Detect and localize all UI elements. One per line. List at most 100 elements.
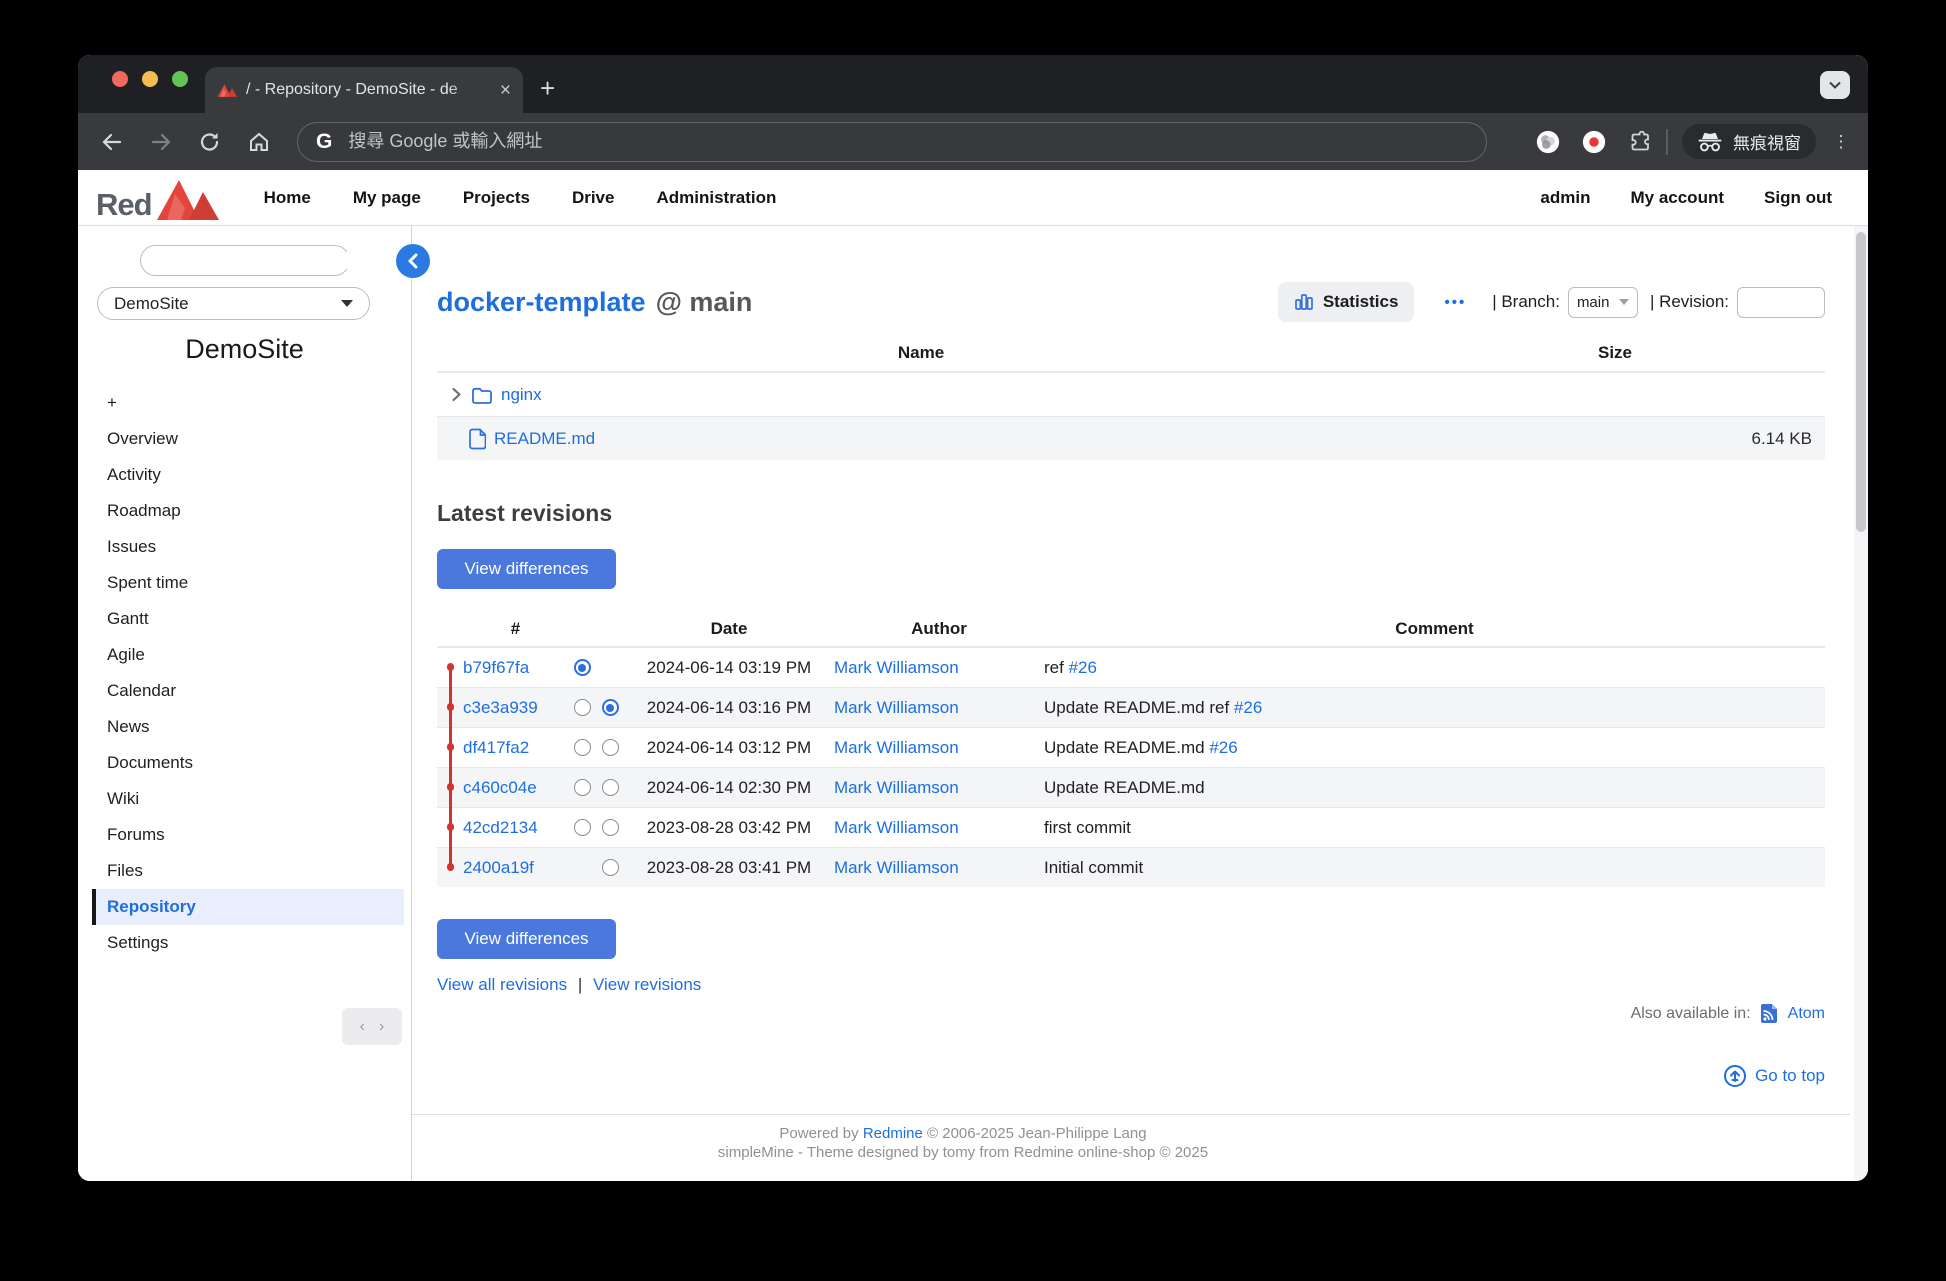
sidebar-collapse-button[interactable] [396, 244, 430, 278]
sidebar-item-wiki[interactable]: Wiki [78, 781, 411, 817]
sidebar-search[interactable] [140, 245, 360, 276]
rev-from-radio[interactable] [573, 819, 591, 836]
scrollbar-track[interactable] [1854, 226, 1868, 1181]
folder-link[interactable]: nginx [501, 385, 542, 405]
chevron-down-icon [1618, 299, 1629, 305]
rev-from-radio[interactable] [573, 699, 591, 716]
sidebar-item-spent-time[interactable]: Spent time [78, 565, 411, 601]
revision-link[interactable]: b79f67fa [463, 658, 529, 677]
repository-title-link[interactable]: docker-template [437, 287, 646, 318]
extensions-button[interactable] [1628, 130, 1652, 154]
rev-from-radio[interactable] [573, 779, 591, 796]
view-differences-button-bottom[interactable]: View differences [437, 919, 616, 959]
url-bar[interactable]: G [297, 121, 1487, 162]
issue-link[interactable]: #26 [1234, 698, 1262, 717]
sidebar-item-agile[interactable]: Agile [78, 637, 411, 673]
branch-select[interactable]: main [1567, 286, 1638, 318]
new-tab-button[interactable]: + [540, 75, 555, 101]
author-link[interactable]: Mark Williamson [834, 818, 959, 837]
view-differences-button-top[interactable]: View differences [437, 549, 616, 589]
author-link[interactable]: Mark Williamson [834, 698, 959, 717]
sidebar-item-activity[interactable]: Activity [78, 457, 411, 493]
more-options-button[interactable]: ••• [1444, 294, 1466, 311]
scrollbar-thumb[interactable] [1856, 232, 1866, 532]
sidebar-item-files[interactable]: Files [78, 853, 411, 889]
google-logo: G [316, 129, 333, 153]
rev-from-radio[interactable] [573, 739, 591, 756]
nav-drive[interactable]: Drive [572, 188, 615, 208]
record-dot-icon [1582, 130, 1606, 153]
revision-link[interactable]: 2400a19f [463, 858, 534, 877]
nav-projects[interactable]: Projects [463, 188, 530, 208]
sidebar-item-new[interactable]: + [78, 385, 411, 421]
author-link[interactable]: Mark Williamson [834, 658, 959, 677]
revision-link[interactable]: c460c04e [463, 778, 537, 797]
sidebar-item-roadmap[interactable]: Roadmap [78, 493, 411, 529]
nav-my-page[interactable]: My page [353, 188, 421, 208]
pager-prev-icon[interactable]: ‹ [360, 1018, 365, 1036]
nav-sign-out[interactable]: Sign out [1764, 188, 1832, 208]
circles-cluster-icon [1536, 130, 1560, 153]
nav-home[interactable]: Home [264, 188, 311, 208]
close-window-button[interactable] [112, 71, 128, 87]
author-link[interactable]: Mark Williamson [834, 858, 959, 877]
sidebar-item-overview[interactable]: Overview [78, 421, 411, 457]
tab-search-chevron-button[interactable] [1820, 71, 1850, 99]
nav-administration[interactable]: Administration [656, 188, 776, 208]
rev-to-radio[interactable] [601, 819, 619, 836]
rev-to-radio[interactable] [601, 779, 619, 796]
file-link[interactable]: README.md [494, 429, 595, 449]
view-revisions-link[interactable]: View revisions [593, 975, 701, 994]
revision-link[interactable]: df417fa2 [463, 738, 529, 757]
nav-my-account[interactable]: My account [1630, 188, 1724, 208]
author-link[interactable]: Mark Williamson [834, 738, 959, 757]
files-table: Name Size nginx README.md 6.14 KB [437, 334, 1825, 460]
sidebar-item-documents[interactable]: Documents [78, 745, 411, 781]
statistics-button[interactable]: Statistics [1277, 282, 1415, 322]
incognito-badge[interactable]: 無痕視窗 [1682, 124, 1816, 159]
forward-button[interactable] [149, 130, 173, 154]
revision-link[interactable]: 42cd2134 [463, 818, 538, 837]
zoom-window-button[interactable] [172, 71, 188, 87]
sidebar-item-gantt[interactable]: Gantt [78, 601, 411, 637]
go-to-top-icon [1724, 1065, 1747, 1087]
project-select[interactable]: DemoSite [97, 287, 370, 320]
atom-link[interactable]: Atom [1788, 1005, 1825, 1023]
sidebar-item-news[interactable]: News [78, 709, 411, 745]
rev-to-radio[interactable] [601, 699, 619, 716]
expand-chevron-icon[interactable] [444, 387, 468, 402]
redmine-footer-link[interactable]: Redmine [863, 1125, 923, 1142]
url-input[interactable] [348, 131, 1468, 152]
pager-next-icon[interactable]: › [379, 1018, 384, 1036]
home-button[interactable] [247, 130, 271, 154]
browser-tab[interactable]: / - Repository - DemoSite - de × [205, 67, 523, 113]
nav-admin-user[interactable]: admin [1540, 188, 1590, 208]
search-input[interactable] [161, 252, 360, 269]
sidebar-item-repository[interactable]: Repository [92, 889, 404, 925]
recording-indicator-button[interactable] [1582, 130, 1606, 154]
author-link[interactable]: Mark Williamson [834, 778, 959, 797]
sidebar-item-forums[interactable]: Forums [78, 817, 411, 853]
revision-input[interactable] [1737, 286, 1825, 318]
issue-link[interactable]: #26 [1069, 658, 1097, 677]
back-button[interactable] [100, 130, 124, 154]
sidebar-item-calendar[interactable]: Calendar [78, 673, 411, 709]
revision-link[interactable]: c3e3a939 [463, 698, 538, 717]
rev-from-radio[interactable] [573, 659, 591, 676]
sidebar-item-settings[interactable]: Settings [78, 925, 411, 961]
tab-groups-button[interactable] [1536, 130, 1560, 154]
tab-close-icon[interactable]: × [500, 81, 511, 100]
browser-menu-button[interactable]: ⋮ [1830, 133, 1852, 150]
view-all-revisions-link[interactable]: View all revisions [437, 975, 567, 994]
minimize-window-button[interactable] [142, 71, 158, 87]
rev-to-radio[interactable] [601, 859, 619, 876]
redmine-logo[interactable]: Red [96, 176, 220, 220]
issue-link[interactable]: #26 [1209, 738, 1237, 757]
account-menu: admin My account Sign out [1540, 188, 1832, 208]
sidebar-item-issues[interactable]: Issues [78, 529, 411, 565]
reload-button[interactable] [198, 130, 222, 154]
footer-line2: simpleMine - Theme designed by tomy from… [717, 1144, 1209, 1161]
revision-date: 2023-08-28 03:41 PM [646, 857, 812, 877]
go-to-top-link[interactable]: Go to top [1755, 1066, 1825, 1086]
rev-to-radio[interactable] [601, 739, 619, 756]
